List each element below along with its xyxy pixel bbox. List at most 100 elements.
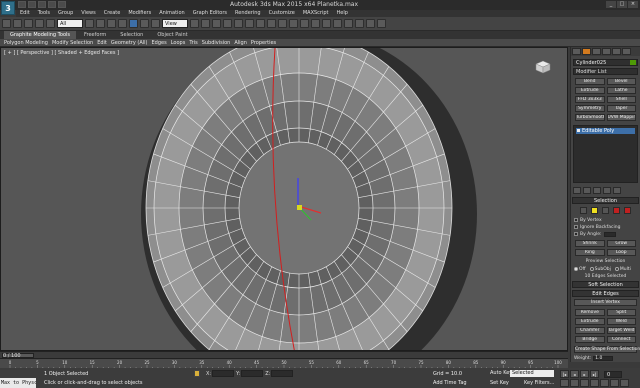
zoom-all-icon[interactable] (570, 379, 579, 387)
modifier-button-bevel[interactable]: Bevel (606, 78, 636, 85)
minimize-icon[interactable]: _ (606, 1, 616, 8)
save-file-icon[interactable] (38, 1, 46, 8)
display-tab-icon[interactable] (612, 48, 621, 55)
ribbon-item-edit[interactable]: Edit (97, 39, 107, 46)
current-frame-field[interactable]: 0 (604, 371, 622, 378)
remove-modifier-icon[interactable] (603, 187, 611, 194)
show-end-result-icon[interactable] (583, 187, 591, 194)
edit-edges-rollout-header[interactable]: Edit Edges (572, 290, 639, 297)
cylinder-model[interactable] (1, 48, 568, 351)
layer-explorer-icon[interactable] (300, 19, 309, 28)
select-by-name-icon[interactable] (96, 19, 105, 28)
curve-editor-icon[interactable] (322, 19, 331, 28)
y-field[interactable] (241, 370, 264, 377)
lock-selection-icon[interactable] (194, 370, 200, 377)
menu-modifiers[interactable]: Modifiers (128, 10, 151, 17)
close-icon[interactable]: × (628, 1, 638, 8)
configure-sets-icon[interactable] (613, 187, 621, 194)
play-icon[interactable]: ▸ (580, 370, 589, 378)
z-field[interactable] (271, 370, 294, 377)
create-shape-button[interactable]: Create Shape From Selection (574, 346, 640, 353)
stack-item-editable-poly[interactable]: Editable Poly (576, 128, 635, 134)
ribbon-item-properties[interactable]: Properties (251, 39, 276, 46)
zoom-icon[interactable] (560, 379, 569, 387)
modify-tab-icon[interactable] (582, 48, 591, 55)
maximize-viewport-icon[interactable] (620, 379, 629, 387)
utilities-tab-icon[interactable] (622, 48, 631, 55)
ribbon-tab-selection[interactable]: Selection (114, 31, 149, 39)
ribbon-tab-freeform[interactable]: Freeform (78, 31, 112, 39)
ribbon-item-edges[interactable]: Edges (152, 39, 167, 46)
bridge-button[interactable]: Bridge (575, 336, 605, 343)
ribbon-item-align[interactable]: Align (234, 39, 247, 46)
menu-create[interactable]: Create (104, 10, 121, 17)
ribbon-item-tris[interactable]: Tris (189, 39, 197, 46)
menu-group[interactable]: Group (58, 10, 73, 17)
weld-button[interactable]: Weld (606, 318, 636, 325)
border-level-icon[interactable] (602, 207, 609, 214)
mirror-icon[interactable] (278, 19, 287, 28)
pivot-center-icon[interactable] (190, 19, 199, 28)
menu-rendering[interactable]: Rendering (235, 10, 261, 17)
hierarchy-tab-icon[interactable] (592, 48, 601, 55)
spinner-snap-icon[interactable] (256, 19, 265, 28)
menu-graph-editors[interactable]: Graph Editors (193, 10, 227, 17)
orbit-icon[interactable] (610, 379, 619, 387)
ribbon-tab-graphite-modeling-tools[interactable]: Graphite Modeling Tools (4, 31, 77, 39)
pan-icon[interactable] (600, 379, 609, 387)
x-field[interactable] (212, 370, 235, 377)
unlink-icon[interactable] (35, 19, 44, 28)
object-color-swatch[interactable] (630, 60, 636, 65)
object-name[interactable]: Cylinder025 (576, 60, 630, 66)
remove-button[interactable]: Remove (575, 309, 605, 316)
viewcube-icon[interactable] (533, 60, 553, 74)
shrink-button[interactable]: Shrink (575, 240, 605, 247)
ribbon-item-geometry-all[interactable]: Geometry (All) (111, 39, 148, 46)
gizmo-center[interactable] (297, 205, 302, 210)
named-selection-icon[interactable] (267, 19, 276, 28)
by-vertex-checkbox[interactable] (574, 218, 578, 222)
redo-icon[interactable] (58, 1, 66, 8)
menu-maxscript[interactable]: MAXScript (303, 10, 329, 17)
material-editor-icon[interactable] (344, 19, 353, 28)
key-set-dropdown[interactable]: Selected (510, 370, 554, 377)
preview-option-off[interactable]: Off (574, 267, 586, 272)
maximize-icon[interactable]: □ (617, 1, 627, 8)
connect-button[interactable]: Connect (606, 336, 636, 343)
ribbon-item-subdivision[interactable]: Subdivision (202, 39, 231, 46)
split-button[interactable]: Split (606, 309, 636, 316)
menu-customize[interactable]: Customize (269, 10, 295, 17)
ring-button[interactable]: Ring (575, 249, 605, 256)
weight-spinner[interactable]: 1.0 (593, 355, 614, 361)
open-file-icon[interactable] (28, 1, 36, 8)
undo-icon[interactable] (48, 1, 56, 8)
modifier-button-turbosmooth[interactable]: TurboSmooth (575, 114, 605, 121)
redo-icon[interactable] (13, 19, 22, 28)
selection-rollout-header[interactable]: Selection (572, 197, 639, 204)
select-manipulate-icon[interactable] (201, 19, 210, 28)
track-bar[interactable]: 0 5 10 15 20 25 30 35 40 45 50 55 60 65 70 75 80 85 90 95 10… (0, 358, 568, 369)
radio-icon[interactable] (574, 267, 578, 271)
motion-tab-icon[interactable] (602, 48, 611, 55)
bind-space-warp-icon[interactable] (46, 19, 55, 28)
key-filters-button[interactable]: Key Filters... (524, 380, 554, 386)
modifier-button-uvw-mapping-cle[interactable]: UVW Mapping Cle (606, 114, 636, 121)
pin-stack-icon[interactable] (573, 187, 581, 194)
radio-icon[interactable] (614, 267, 619, 271)
extrude-button[interactable]: Extrude (575, 318, 605, 325)
schematic-view-icon[interactable] (333, 19, 342, 28)
ribbon-item-polygon-modeling[interactable]: Polygon Modeling (4, 39, 48, 46)
modifier-button-symmetry[interactable]: Symmetry (575, 105, 605, 112)
grow-button[interactable]: Grow (606, 240, 636, 247)
polygon-level-icon[interactable] (613, 207, 620, 214)
radio-icon[interactable] (589, 267, 594, 271)
element-level-icon[interactable] (624, 207, 631, 214)
select-move-icon[interactable] (129, 19, 138, 28)
ribbon-item-modify-selection[interactable]: Modify Selection (52, 39, 93, 46)
create-tab-icon[interactable] (572, 48, 581, 55)
field-of-view-icon[interactable] (590, 379, 599, 387)
vertex-level-icon[interactable] (580, 207, 587, 214)
selection-filter-dropdown[interactable]: All (57, 19, 83, 28)
angle-snap-icon[interactable] (234, 19, 243, 28)
rect-selection-icon[interactable] (107, 19, 116, 28)
